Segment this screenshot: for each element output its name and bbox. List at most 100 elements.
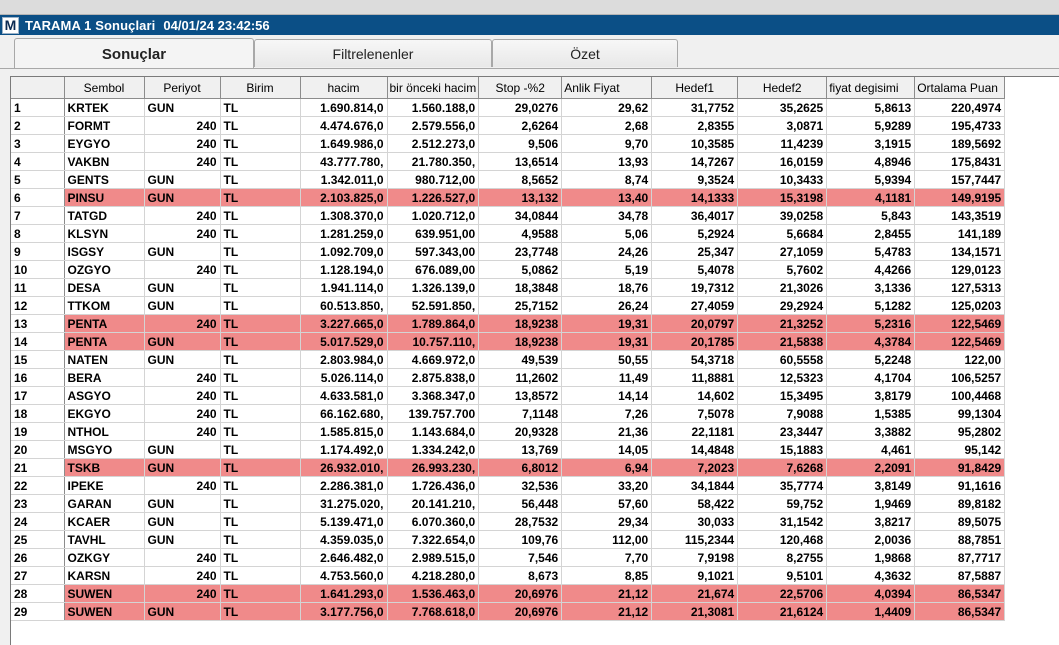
table-row[interactable]: 18 EKGYO 240 TL 66.162.680, 139.757.700 7,1148… [11,404,1006,423]
cell-anlik-fiyat[interactable]: 21,36 [561,422,653,441]
cell-hacim[interactable]: 4.359.035,0 [300,530,388,549]
cell-onceki-hacim[interactable]: 26.993.230, [387,458,480,477]
cell-hedef2[interactable]: 21,3252 [737,314,828,333]
cell-sembol[interactable]: GARAN [64,494,145,513]
cell-sembol[interactable]: ISGSY [64,242,145,261]
table-row[interactable]: 29 SUWEN GUN TL 3.177.756,0 7.768.618,0 20,697… [11,602,1006,621]
cell-stop[interactable]: 20,9328 [478,422,563,441]
cell-stop[interactable]: 18,9238 [478,332,563,351]
cell-sembol[interactable]: PENTA [64,332,145,351]
col-header-hacim[interactable]: hacim [300,77,388,99]
cell-ortalama-puan[interactable]: 220,4974 [914,98,1006,117]
row-number[interactable]: 18 [11,404,65,423]
cell-stop[interactable]: 13,6514 [478,152,563,171]
cell-anlik-fiyat[interactable]: 7,26 [561,404,653,423]
table-row[interactable]: 10 OZGYO 240 TL 1.128.194,0 676.089,00 5,0862 5… [11,260,1006,279]
cell-fiyat-degisimi[interactable]: 3,1915 [826,134,916,153]
cell-fiyat-degisimi[interactable]: 5,843 [826,206,916,225]
cell-ortalama-puan[interactable]: 157,7447 [914,170,1006,189]
cell-hedef2[interactable]: 23,3447 [737,422,828,441]
cell-stop[interactable]: 13,8572 [478,386,563,405]
cell-fiyat-degisimi[interactable]: 5,2248 [826,350,916,369]
cell-stop[interactable]: 13,132 [478,188,563,207]
cell-periyot[interactable]: 240 [144,548,221,567]
table-row[interactable]: 22 IPEKE 240 TL 2.286.381,0 1.726.436,0 32,536… [11,476,1006,495]
cell-stop[interactable]: 11,2602 [478,368,563,387]
cell-hedef1[interactable]: 25,347 [651,242,739,261]
cell-hedef1[interactable]: 11,8881 [651,368,739,387]
cell-hedef1[interactable]: 14,4848 [651,440,739,459]
cell-sembol[interactable]: EKGYO [64,404,145,423]
cell-anlik-fiyat[interactable]: 13,93 [561,152,653,171]
cell-stop[interactable]: 28,7532 [478,512,563,531]
cell-hedef1[interactable]: 30,033 [651,512,739,531]
tab-filtrelenenler[interactable]: Filtrelenenler [254,39,492,67]
row-number[interactable]: 23 [11,494,65,513]
cell-hedef1[interactable]: 20,0797 [651,314,739,333]
row-number[interactable]: 6 [11,188,65,207]
cell-onceki-hacim[interactable]: 7.768.618,0 [387,602,480,621]
cell-onceki-hacim[interactable]: 1.726.436,0 [387,476,480,495]
table-row[interactable]: 11 DESA GUN TL 1.941.114,0 1.326.139,0 18,3848… [11,278,1006,297]
col-header-sembol[interactable]: Sembol [64,77,145,99]
cell-sembol[interactable]: KLSYN [64,224,145,243]
cell-birim[interactable]: TL [220,296,301,315]
cell-stop[interactable]: 13,769 [478,440,563,459]
row-number[interactable]: 9 [11,242,65,261]
cell-ortalama-puan[interactable]: 175,8431 [914,152,1006,171]
cell-hacim[interactable]: 1.641.293,0 [300,584,388,603]
cell-hacim[interactable]: 5.017.529,0 [300,332,388,351]
cell-hedef2[interactable]: 35,7774 [737,476,828,495]
cell-hedef2[interactable]: 16,0159 [737,152,828,171]
cell-birim[interactable]: TL [220,224,301,243]
cell-hedef1[interactable]: 36,4017 [651,206,739,225]
cell-sembol[interactable]: BERA [64,368,145,387]
cell-sembol[interactable]: NTHOL [64,422,145,441]
cell-anlik-fiyat[interactable]: 50,55 [561,350,653,369]
cell-fiyat-degisimi[interactable]: 1,4409 [826,602,916,621]
cell-fiyat-degisimi[interactable]: 3,1336 [826,278,916,297]
cell-hedef2[interactable]: 9,5101 [737,566,828,585]
cell-stop[interactable]: 56,448 [478,494,563,513]
cell-onceki-hacim[interactable]: 7.322.654,0 [387,530,480,549]
cell-fiyat-degisimi[interactable]: 2,0036 [826,530,916,549]
cell-sembol[interactable]: OZGYO [64,260,145,279]
cell-hedef1[interactable]: 54,3718 [651,350,739,369]
cell-hedef1[interactable]: 9,3524 [651,170,739,189]
cell-periyot[interactable]: GUN [144,602,221,621]
table-row[interactable]: 4 VAKBN 240 TL 43.777.780, 21.780.350, 13,6514… [11,152,1006,171]
table-row[interactable]: 26 OZKGY 240 TL 2.646.482,0 2.989.515,0 7,546 7… [11,548,1006,567]
cell-onceki-hacim[interactable]: 2.579.556,0 [387,116,480,135]
cell-stop[interactable]: 8,673 [478,566,563,585]
tab-sonuclar[interactable]: Sonuçlar [14,38,254,69]
cell-hedef1[interactable]: 5,2924 [651,224,739,243]
cell-hedef1[interactable]: 14,1333 [651,188,739,207]
cell-sembol[interactable]: MSGYO [64,440,145,459]
cell-onceki-hacim[interactable]: 1.226.527,0 [387,188,480,207]
cell-hedef1[interactable]: 21,3081 [651,602,739,621]
table-row[interactable]: 28 SUWEN 240 TL 1.641.293,0 1.536.463,0 20,697… [11,584,1006,603]
row-number[interactable]: 15 [11,350,65,369]
table-row[interactable]: 13 PENTA 240 TL 3.227.665,0 1.789.864,0 18,923… [11,314,1006,333]
cell-hacim[interactable]: 2.103.825,0 [300,188,388,207]
cell-anlik-fiyat[interactable]: 8,74 [561,170,653,189]
cell-fiyat-degisimi[interactable]: 1,5385 [826,404,916,423]
cell-ortalama-puan[interactable]: 89,8182 [914,494,1006,513]
cell-hedef2[interactable]: 12,5323 [737,368,828,387]
cell-ortalama-puan[interactable]: 122,5469 [914,332,1006,351]
cell-hacim[interactable]: 1.281.259,0 [300,224,388,243]
cell-hacim[interactable]: 3.227.665,0 [300,314,388,333]
col-header-birim[interactable]: Birim [220,77,301,99]
row-number[interactable]: 20 [11,440,65,459]
cell-birim[interactable]: TL [220,584,301,603]
row-number[interactable]: 5 [11,170,65,189]
cell-hedef1[interactable]: 5,4078 [651,260,739,279]
cell-hacim[interactable]: 43.777.780, [300,152,388,171]
cell-stop[interactable]: 4,9588 [478,224,563,243]
cell-hedef1[interactable]: 31,7752 [651,98,739,117]
cell-sembol[interactable]: TAVHL [64,530,145,549]
cell-birim[interactable]: TL [220,188,301,207]
cell-hedef1[interactable]: 19,7312 [651,278,739,297]
cell-periyot[interactable]: GUN [144,512,221,531]
cell-fiyat-degisimi[interactable]: 4,0394 [826,584,916,603]
